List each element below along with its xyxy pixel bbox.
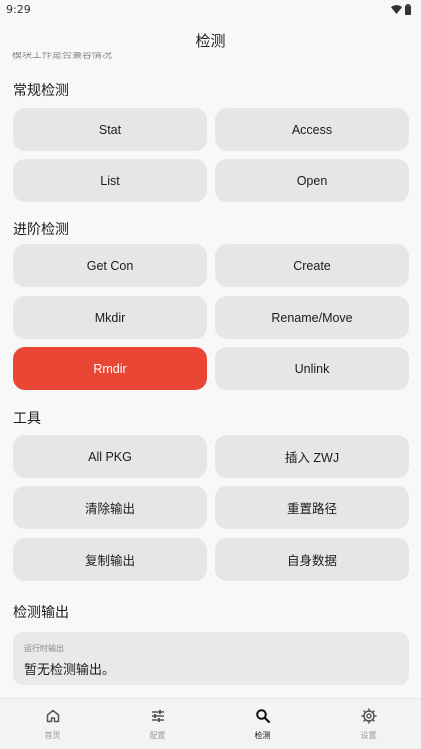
rmdir-button[interactable]: Rmdir <box>13 347 207 390</box>
insert-zwj-button[interactable]: 插入 ZWJ <box>215 435 409 478</box>
nav-item-settings[interactable]: 设置 <box>316 699 421 749</box>
section-title-tools: 工具 <box>13 411 41 427</box>
unlink-button[interactable]: Unlink <box>215 347 409 390</box>
status-bar: 9:29 <box>0 0 421 22</box>
nav-item-detect[interactable]: 检测 <box>210 699 315 749</box>
bottom-navigation: 首页 配置 检测 设置 <box>0 698 421 749</box>
reset-path-button[interactable]: 重置路径 <box>215 486 409 529</box>
create-button[interactable]: Create <box>215 244 409 287</box>
clear-output-button[interactable]: 清除输出 <box>13 486 207 529</box>
rename-move-button[interactable]: Rename/Move <box>215 296 409 339</box>
wifi-icon <box>391 5 402 14</box>
copy-output-button[interactable]: 复制输出 <box>13 538 207 581</box>
stat-button[interactable]: Stat <box>13 108 207 151</box>
output-label: 运行时输出 <box>24 644 64 653</box>
output-text: 暂无检测输出。 <box>24 663 116 678</box>
sliders-icon <box>150 699 166 728</box>
all-pkg-button[interactable]: All PKG <box>13 435 207 478</box>
scrolled-description: 模块工作是否兼容情况 <box>12 52 212 62</box>
open-button[interactable]: Open <box>215 159 409 202</box>
scrolled-description-text: 模块工作是否兼容情况 <box>12 52 112 61</box>
get-con-button[interactable]: Get Con <box>13 244 207 287</box>
output-panel: 运行时输出 暂无检测输出。 <box>13 632 409 685</box>
battery-icon <box>405 4 411 15</box>
gear-icon <box>360 699 377 728</box>
nav-label-home: 首页 <box>44 731 61 740</box>
nav-item-home[interactable]: 首页 <box>0 699 105 749</box>
nav-label-config: 配置 <box>149 731 166 740</box>
nav-item-config[interactable]: 配置 <box>105 699 210 749</box>
section-title-regular: 常规检测 <box>13 83 69 99</box>
search-icon <box>255 699 271 728</box>
list-button[interactable]: List <box>13 159 207 202</box>
status-icons <box>391 4 411 15</box>
page-title: 检测 <box>195 32 226 50</box>
nav-label-settings: 设置 <box>360 731 377 740</box>
section-title-output: 检测输出 <box>13 605 69 621</box>
self-data-button[interactable]: 自身数据 <box>215 538 409 581</box>
home-icon <box>45 699 61 728</box>
access-button[interactable]: Access <box>215 108 409 151</box>
status-time: 9:29 <box>6 3 31 16</box>
mkdir-button[interactable]: Mkdir <box>13 296 207 339</box>
nav-label-detect: 检测 <box>254 731 271 740</box>
section-title-advanced: 进阶检测 <box>13 222 69 238</box>
